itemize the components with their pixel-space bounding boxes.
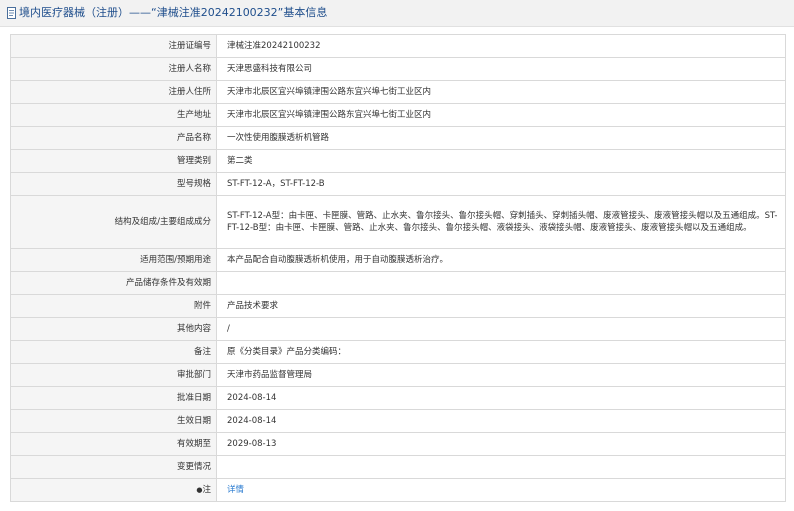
table-row: 管理类别 第二类: [10, 149, 786, 173]
row-value: [216, 455, 786, 479]
row-value: [216, 271, 786, 295]
row-value: 原《分类目录》产品分类编码：: [216, 340, 786, 364]
table-row: 附件 产品技术要求: [10, 294, 786, 318]
table-row: 变更情况: [10, 455, 786, 479]
row-value: 2024-08-14: [216, 386, 786, 410]
row-label: 备注: [10, 340, 217, 364]
row-value: 天津市北辰区宜兴埠镇津围公路东宜兴埠七街工业区内: [216, 80, 786, 104]
table-row: 型号规格 ST-FT-12-A，ST-FT-12-B: [10, 172, 786, 196]
table-row: 生效日期 2024-08-14: [10, 409, 786, 433]
table-row: 生产地址 天津市北辰区宜兴埠镇津围公路东宜兴埠七街工业区内: [10, 103, 786, 127]
row-value: 一次性使用腹膜透析机管路: [216, 126, 786, 150]
row-label: 生产地址: [10, 103, 217, 127]
row-value: 津械注准20242100232: [216, 34, 786, 58]
row-label: 产品储存条件及有效期: [10, 271, 217, 295]
row-label: 产品名称: [10, 126, 217, 150]
row-value: 天津市药品监督管理局: [216, 363, 786, 387]
table-row: 注册人名称 天津思盛科技有限公司: [10, 57, 786, 81]
table-row: 产品名称 一次性使用腹膜透析机管路: [10, 126, 786, 150]
page-title: 境内医疗器械（注册）——“津械注准20242100232”基本信息: [19, 6, 328, 19]
table-row: 产品储存条件及有效期: [10, 271, 786, 295]
table-row: 其他内容 /: [10, 317, 786, 341]
details-link[interactable]: 详情: [227, 485, 244, 495]
row-label: 型号规格: [10, 172, 217, 196]
row-value: 2024-08-14: [216, 409, 786, 433]
row-value: 第二类: [216, 149, 786, 173]
row-value: 本产品配合自动腹膜透析机使用，用于自动腹膜透析治疗。: [216, 248, 786, 272]
table-row: 批准日期 2024-08-14: [10, 386, 786, 410]
table-row: 注册人住所 天津市北辰区宜兴埠镇津围公路东宜兴埠七街工业区内: [10, 80, 786, 104]
row-label: 管理类别: [10, 149, 217, 173]
info-table: 注册证编号 津械注准20242100232 注册人名称 天津思盛科技有限公司 注册人…: [10, 34, 786, 502]
row-label: 结构及组成/主要组成成分: [10, 195, 217, 249]
row-label: 批准日期: [10, 386, 217, 410]
table-row: 审批部门 天津市药品监督管理局: [10, 363, 786, 387]
table-row: 有效期至 2029-08-13: [10, 432, 786, 456]
row-label: 生效日期: [10, 409, 217, 433]
row-label: 审批部门: [10, 363, 217, 387]
row-label: 变更情况: [10, 455, 217, 479]
title-bar: 境内医疗器械（注册）——“津械注准20242100232”基本信息: [0, 0, 794, 27]
row-label: 有效期至: [10, 432, 217, 456]
table-row-note: ●注 详情: [10, 478, 786, 502]
table-row: 适用范围/预期用途 本产品配合自动腹膜透析机使用，用于自动腹膜透析治疗。: [10, 248, 786, 272]
row-label: 附件: [10, 294, 217, 318]
row-value: 产品技术要求: [216, 294, 786, 318]
row-value: 天津市北辰区宜兴埠镇津围公路东宜兴埠七街工业区内: [216, 103, 786, 127]
row-label: 注册人名称: [10, 57, 217, 81]
row-label: 适用范围/预期用途: [10, 248, 217, 272]
note-label: 注: [202, 485, 211, 495]
note-value-cell: 详情: [216, 478, 786, 502]
table-row: 结构及组成/主要组成成分 ST-FT-12-A型：由卡匣、卡匣膜、管路、止水夹、鲁…: [10, 195, 786, 249]
table-row: 注册证编号 津械注准20242100232: [10, 34, 786, 58]
row-value: 2029-08-13: [216, 432, 786, 456]
row-value: ST-FT-12-A型：由卡匣、卡匣膜、管路、止水夹、鲁尔接头、鲁尔接头帽、穿刺…: [216, 195, 786, 249]
row-value: /: [216, 317, 786, 341]
row-label: 其他内容: [10, 317, 217, 341]
row-value: 天津思盛科技有限公司: [216, 57, 786, 81]
row-label: 注册证编号: [10, 34, 217, 58]
document-icon: [7, 7, 16, 19]
table-row: 备注 原《分类目录》产品分类编码：: [10, 340, 786, 364]
row-value: ST-FT-12-A，ST-FT-12-B: [216, 172, 786, 196]
note-label-cell: ●注: [10, 478, 217, 502]
row-label: 注册人住所: [10, 80, 217, 104]
